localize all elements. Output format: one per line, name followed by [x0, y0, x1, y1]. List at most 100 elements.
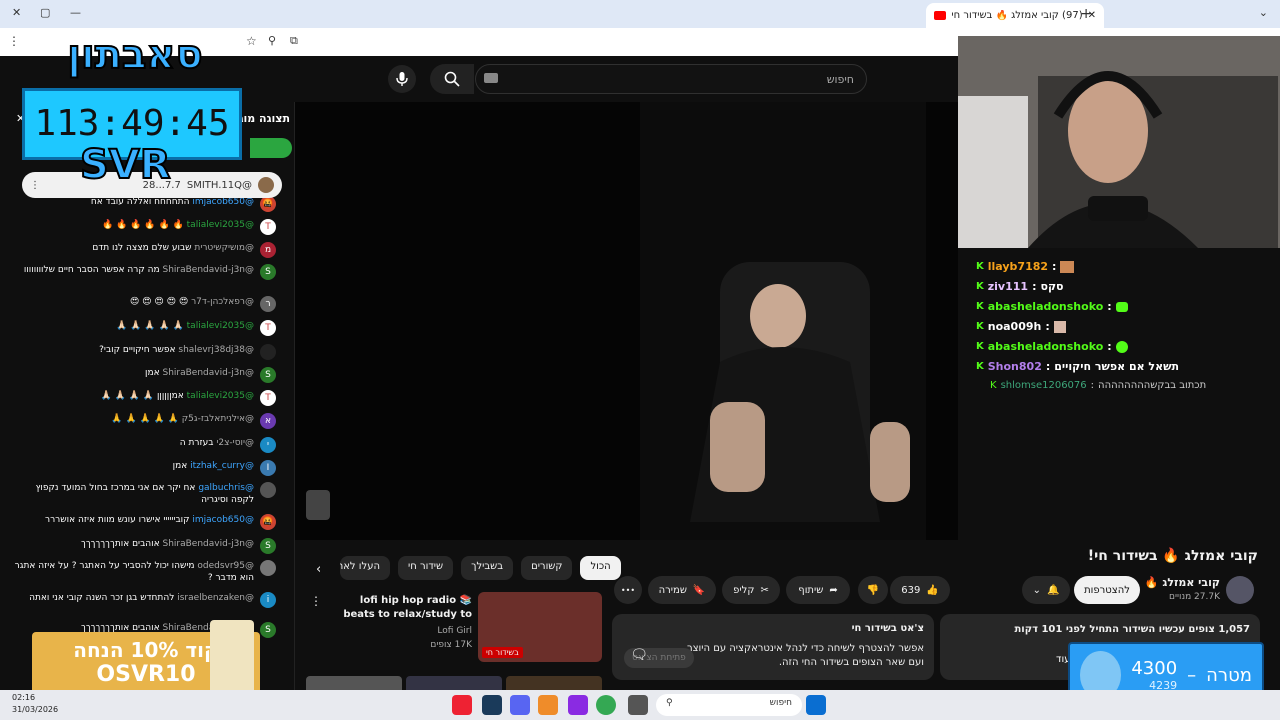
- chat-author[interactable]: @talialevi2035: [187, 220, 254, 230]
- window-restore-icon[interactable]: ▢: [40, 6, 50, 19]
- avatar[interactable]: S: [260, 538, 276, 554]
- avatar[interactable]: S: [260, 264, 276, 280]
- chat-author[interactable]: @itzhak_curry: [190, 461, 254, 471]
- channel-name[interactable]: קובי אמזלג 🔥: [1145, 576, 1220, 589]
- avatar[interactable]: T: [260, 390, 276, 406]
- chrome-icon[interactable]: [596, 695, 616, 715]
- avatar[interactable]: [260, 560, 276, 576]
- chat-message[interactable]: 🤬 @imjacob650 התחחחח ואללה עובד אח: [11, 196, 276, 212]
- chat-author[interactable]: @talialevi2035: [187, 391, 254, 401]
- steam-icon[interactable]: [482, 695, 502, 715]
- recommended-video[interactable]: בשידור חי lofi hip hop radio 📚 beats to …: [306, 592, 602, 664]
- chat-message[interactable]: י @יוסי-צ2י בעזרת ה: [11, 437, 276, 453]
- keyboard-icon[interactable]: [484, 73, 498, 83]
- like-button[interactable]: 👍 639: [890, 576, 950, 604]
- chip-scroll-left-icon[interactable]: ‹: [316, 562, 321, 577]
- chat-author[interactable]: @imjacob650: [192, 197, 254, 207]
- app-icon[interactable]: [538, 695, 558, 715]
- chat-author[interactable]: @ShiraBendavid-j3n: [163, 539, 255, 549]
- discord-icon[interactable]: [510, 695, 530, 715]
- chat-message[interactable]: א @אילניתאלבז-ג5ק 🙏 🙏 🙏 🙏 🙏: [11, 413, 276, 429]
- pinned-menu-icon[interactable]: ⋮: [30, 180, 40, 191]
- chat-message-body: @odedsvr95 מישהו יכול להסביר על האתגר ? …: [11, 560, 254, 584]
- chat-author[interactable]: @מושיקשיטרית: [194, 243, 254, 253]
- app-icon[interactable]: [568, 695, 588, 715]
- chip-related[interactable]: קשורים: [521, 556, 573, 580]
- avatar[interactable]: י: [260, 437, 276, 453]
- chat-author[interactable]: @israelbenzaken: [177, 593, 254, 603]
- chat-author[interactable]: @galbuchris: [198, 483, 254, 493]
- chat-message[interactable]: @galbuchris אח יקר אם אני במרכז בחול המו…: [11, 482, 276, 506]
- chip-for-you[interactable]: בשבילך: [461, 556, 514, 580]
- browser-tab[interactable]: ✕ (97) קובי אמזלג 🔥 בשידור חי!: [926, 3, 1104, 28]
- rec-menu-icon[interactable]: ⋮: [310, 594, 322, 608]
- avatar[interactable]: ר: [260, 296, 276, 312]
- dislike-button[interactable]: 👎: [858, 576, 888, 604]
- chat-message[interactable]: @odedsvr95 מישהו יכול להסביר על האתגר ? …: [11, 560, 276, 584]
- chat-text: אמןןןןןן 🙏🏻 🙏🏻 🙏🏻 🙏🏻: [100, 391, 184, 401]
- taskbar-date[interactable]: 31/03/2026: [12, 705, 58, 714]
- window-minimize-icon[interactable]: —: [70, 6, 81, 19]
- chat-message[interactable]: T @talialevi2035 🔥 🔥 🔥 🔥 🔥 🔥: [11, 219, 276, 235]
- avatar[interactable]: I: [260, 460, 276, 476]
- avatar[interactable]: מ: [260, 242, 276, 258]
- avatar[interactable]: T: [260, 320, 276, 336]
- avatar[interactable]: T: [260, 219, 276, 235]
- chat-message-body: @מושיקשיטרית שבוע שלם מצצה לנו תדם: [92, 242, 254, 254]
- chat-author[interactable]: @shalevrj38dj38: [178, 345, 254, 355]
- description-more[interactable]: ...עוד: [950, 652, 1080, 668]
- share-button[interactable]: ➦ שיתוף: [786, 576, 850, 604]
- chat-author[interactable]: @odedsvr95: [197, 561, 254, 571]
- chat-message[interactable]: S @ShiraBendavid-j3n מה קרה אפשר הסבר חיי…: [11, 264, 276, 280]
- video-frame[interactable]: [640, 102, 926, 540]
- window-close-icon[interactable]: ✕: [12, 6, 21, 19]
- browser-menu-icon[interactable]: ⋮: [8, 34, 20, 48]
- chat-author[interactable]: @ShiraBendavid-j3n: [163, 265, 255, 275]
- windows-start-icon[interactable]: [806, 695, 826, 715]
- taskbar-search[interactable]: חיפוש ⚲: [656, 694, 802, 716]
- join-button[interactable]: להצטרפות: [1074, 576, 1140, 604]
- chat-author[interactable]: @talialevi2035: [187, 321, 254, 331]
- search-button[interactable]: [430, 64, 474, 94]
- chat-message[interactable]: I @itzhak_curry אמן: [11, 460, 276, 476]
- chat-author[interactable]: @ShiraBendavid-j3n: [163, 368, 255, 378]
- chat-author[interactable]: @imjacob650: [192, 515, 254, 525]
- clip-button[interactable]: ✂ קליפ: [722, 576, 780, 604]
- search-input[interactable]: חיפוש: [475, 64, 867, 94]
- app-icon[interactable]: [452, 695, 472, 715]
- avatar[interactable]: 🤬: [260, 514, 276, 530]
- taskbar-time[interactable]: 02:16: [12, 693, 35, 702]
- save-button[interactable]: 🔖 שמירה: [648, 576, 716, 604]
- more-actions-button[interactable]: •••: [614, 576, 642, 604]
- chip-recent[interactable]: העלו לאחרונה: [340, 556, 390, 580]
- chat-author[interactable]: @אילניתאלבז-ג5ק: [182, 414, 254, 424]
- chip-live[interactable]: שידור חי: [398, 556, 454, 580]
- avatar[interactable]: S: [260, 622, 276, 638]
- file-explorer-icon[interactable]: [628, 695, 648, 715]
- notifications-button[interactable]: 🔔 ⌄: [1022, 576, 1070, 604]
- chat-author[interactable]: @רפאלכהן-ד7ר: [191, 297, 254, 307]
- tab-list-icon[interactable]: ⌄: [1259, 6, 1268, 19]
- zoom-icon[interactable]: ⚲: [268, 34, 276, 47]
- chat-message[interactable]: מ @מושיקשיטרית שבוע שלם מצצה לנו תדם: [11, 242, 276, 258]
- avatar[interactable]: [260, 344, 276, 360]
- install-app-icon[interactable]: ⧉: [290, 34, 298, 48]
- avatar[interactable]: 🤬: [260, 196, 276, 212]
- avatar[interactable]: א: [260, 413, 276, 429]
- chat-message[interactable]: T @talialevi2035 🙏🏻 🙏🏻 🙏🏻 🙏🏻 🙏🏻: [11, 320, 276, 336]
- voice-search-icon[interactable]: [388, 65, 416, 93]
- chat-message[interactable]: S @ShiraBendavid-j3n אוהבים אותךךךךךךך: [11, 538, 276, 554]
- channel-avatar[interactable]: [1226, 576, 1254, 604]
- chat-message[interactable]: ר @רפאלכהן-ד7ר 😍 😍 😍 😍 😍: [11, 296, 276, 312]
- chat-author[interactable]: @יוסי-צ2י: [216, 438, 254, 448]
- chat-message[interactable]: S @ShiraBendavid-j3n אמן: [11, 367, 276, 383]
- chat-mode-toggle[interactable]: [250, 138, 292, 158]
- chat-message[interactable]: 🤬 @imjacob650 קוביייייי אישרו עונש מוות א…: [11, 514, 276, 530]
- chat-message[interactable]: i @israelbenzaken להתחדש בגן זכר השנה קוב…: [11, 592, 276, 608]
- avatar[interactable]: i: [260, 592, 276, 608]
- chat-message[interactable]: T @talialevi2035 אמןןןןןן 🙏🏻 🙏🏻 🙏🏻 🙏🏻: [11, 390, 276, 406]
- avatar[interactable]: [260, 482, 276, 498]
- avatar[interactable]: S: [260, 367, 276, 383]
- chat-message[interactable]: @shalevrj38dj38 אפשר חיקויים קובי?: [11, 344, 276, 360]
- new-tab-icon[interactable]: +: [1080, 6, 1092, 22]
